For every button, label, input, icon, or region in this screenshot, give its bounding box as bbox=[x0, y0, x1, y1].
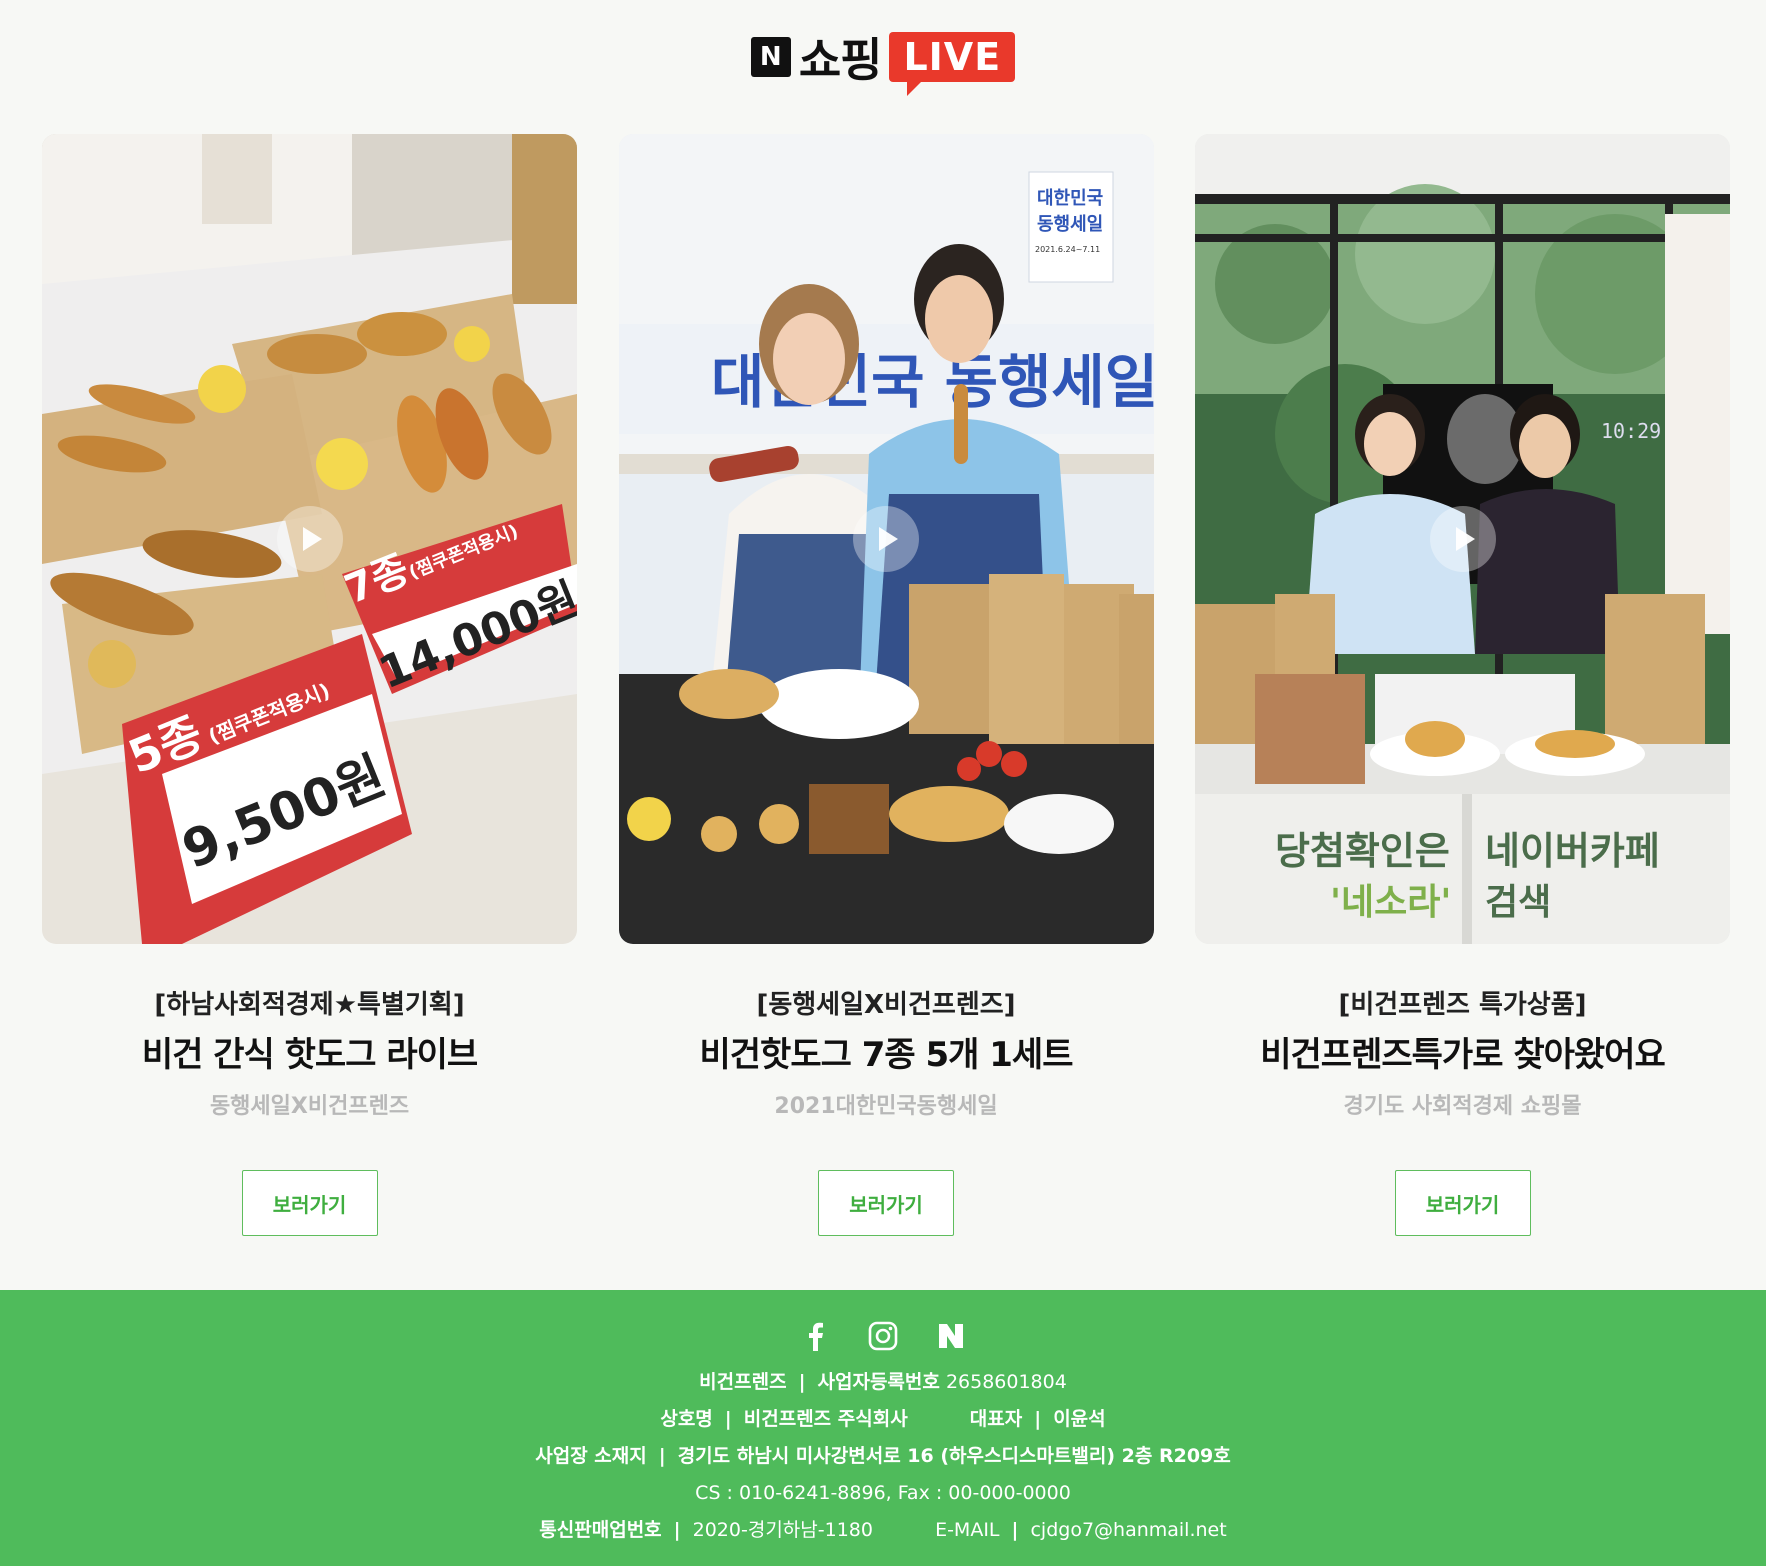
card-title[interactable]: 비건 간식 핫도그 라이브 bbox=[142, 1027, 478, 1076]
live-thumbnail[interactable]: 대한민국 동행세일 대한민국 동행세일 2021.6.24~7.11 bbox=[618, 134, 1154, 944]
footer-cs: CS : 010-6241-8896, Fax : 00-000-0000 bbox=[695, 1482, 1071, 1504]
footer-separator: | bbox=[673, 1519, 681, 1541]
naver-icon[interactable] bbox=[935, 1320, 967, 1352]
live-card: 대한민국 동행세일 대한민국 동행세일 2021.6.24~7.11 [동행세일… bbox=[618, 134, 1154, 1236]
footer-ceo-label: 대표자 bbox=[969, 1408, 1023, 1430]
play-button[interactable] bbox=[1429, 506, 1496, 572]
card-caption: 경기도 사회적경제 쇼핑몰 bbox=[1343, 1094, 1582, 1119]
footer-line-biz: 비건프렌즈 | 사업자등록번호 2658601804 bbox=[0, 1364, 1766, 1401]
view-button[interactable]: 보러가기 bbox=[818, 1170, 954, 1236]
logo-shopping-text: 쇼핑 bbox=[798, 33, 883, 87]
footer: 비건프렌즈 | 사업자등록번호 2658601804 상호명 | 비건프렌즈 주식회사 … bbox=[0, 1290, 1766, 1566]
footer-mail-order-number: 2020-경기하남-1180 bbox=[692, 1519, 873, 1541]
footer-line-company: 상호명 | 비건프렌즈 주식회사 대표자 | 이윤석 bbox=[0, 1401, 1766, 1438]
card-caption: 동행세일X비건프렌즈 bbox=[209, 1094, 410, 1119]
instagram-icon[interactable] bbox=[867, 1320, 899, 1352]
poster-line1: 대한민국 bbox=[1037, 188, 1103, 209]
card-caption: 2021대한민국동행세일 bbox=[774, 1094, 998, 1119]
footer-email[interactable]: cjdgo7@hanmail.net bbox=[1030, 1519, 1226, 1541]
footer-separator: | bbox=[724, 1408, 732, 1430]
naver-n-icon: N bbox=[750, 37, 791, 77]
card-title[interactable]: 비건프렌즈특가로 찾아왔어요 bbox=[1260, 1027, 1665, 1076]
live-badge: LIVE bbox=[889, 32, 1016, 96]
sign-text-a1: 당첨확인은 bbox=[1275, 829, 1450, 873]
facebook-icon[interactable] bbox=[799, 1320, 831, 1352]
poster-line2: 동행세일 bbox=[1037, 214, 1103, 235]
video-clock: 10:29 bbox=[1601, 419, 1661, 443]
footer-address-label: 사업장 소재지 bbox=[535, 1445, 647, 1467]
footer-mail-order-label: 통신판매업번호 bbox=[539, 1519, 662, 1541]
live-card: 10:29 당첨확인은 '네소라' 네이버카페 검색 [비건프렌즈 특가상품] … bbox=[1195, 134, 1730, 1236]
footer-line-cs: CS : 010-6241-8896, Fax : 00-000-0000 bbox=[0, 1475, 1766, 1512]
social-links bbox=[0, 1320, 1766, 1352]
footer-brand: 비건프렌즈 bbox=[699, 1371, 787, 1393]
sign-text-b1: 네이버카페 bbox=[1485, 829, 1660, 873]
play-button[interactable] bbox=[276, 506, 343, 572]
live-card: 5종 (찜쿠폰적용시) 9,500원 7종 (찜쿠폰적용시) 14,000원 [… bbox=[42, 134, 577, 1236]
play-icon bbox=[1455, 527, 1475, 551]
play-icon bbox=[302, 527, 322, 551]
footer-company-label: 상호명 bbox=[660, 1408, 713, 1430]
view-button[interactable]: 보러가기 bbox=[1394, 1170, 1531, 1236]
footer-address: 경기도 하남시 미사강변서로 16 (하우스디스마트밸리) 2층 R209호 bbox=[677, 1445, 1231, 1467]
card-sub-title: [하남사회적경제★특별기획] bbox=[154, 990, 465, 1020]
sign-text-a2: '네소라' bbox=[1330, 882, 1451, 923]
card-sub-title: [비건프렌즈 특가상품] bbox=[1338, 990, 1587, 1020]
naver-shopping-live-logo[interactable]: N 쇼핑 LIVE bbox=[750, 24, 1016, 96]
play-icon bbox=[879, 527, 898, 551]
view-button[interactable]: 보러가기 bbox=[241, 1170, 378, 1236]
live-card-list: 5종 (찜쿠폰적용시) 9,500원 7종 (찜쿠폰적용시) 14,000원 [… bbox=[42, 134, 1730, 1236]
footer-info: 비건프렌즈 | 사업자등록번호 2658601804 상호명 | 비건프렌즈 주식회사 … bbox=[0, 1364, 1766, 1549]
footer-line-address: 사업장 소재지 | 경기도 하남시 미사강변서로 16 (하우스디스마트밸리) 2층… bbox=[0, 1438, 1766, 1475]
live-thumbnail[interactable]: 10:29 당첨확인은 '네소라' 네이버카페 검색 bbox=[1195, 134, 1730, 944]
card-sub-title: [동행세일X비건프렌즈] bbox=[756, 990, 1016, 1020]
footer-company: 비건프렌즈 주식회사 bbox=[743, 1408, 908, 1430]
footer-biz-number: 2658601804 bbox=[945, 1371, 1067, 1393]
sign-text-b2: 검색 bbox=[1485, 882, 1551, 923]
live-thumbnail[interactable]: 5종 (찜쿠폰적용시) 9,500원 7종 (찜쿠폰적용시) 14,000원 bbox=[42, 134, 577, 944]
footer-separator: | bbox=[1011, 1519, 1019, 1541]
play-button[interactable] bbox=[853, 506, 919, 572]
poster-date: 2021.6.24~7.11 bbox=[1035, 245, 1100, 254]
footer-separator: | bbox=[798, 1371, 806, 1393]
footer-email-label: E-MAIL bbox=[935, 1519, 1000, 1541]
footer-biz-label: 사업자등록번호 bbox=[817, 1371, 940, 1393]
footer-separator: | bbox=[1034, 1408, 1042, 1430]
footer-ceo: 이윤석 bbox=[1053, 1408, 1106, 1430]
footer-line-mail-order: 통신판매업번호 | 2020-경기하남-1180 E-MAIL | cjdgo7@han… bbox=[0, 1512, 1766, 1549]
footer-separator: | bbox=[658, 1445, 666, 1467]
header: N 쇼핑 LIVE bbox=[0, 24, 1766, 96]
card-title[interactable]: 비건핫도그 7종 5개 1세트 bbox=[699, 1027, 1073, 1076]
